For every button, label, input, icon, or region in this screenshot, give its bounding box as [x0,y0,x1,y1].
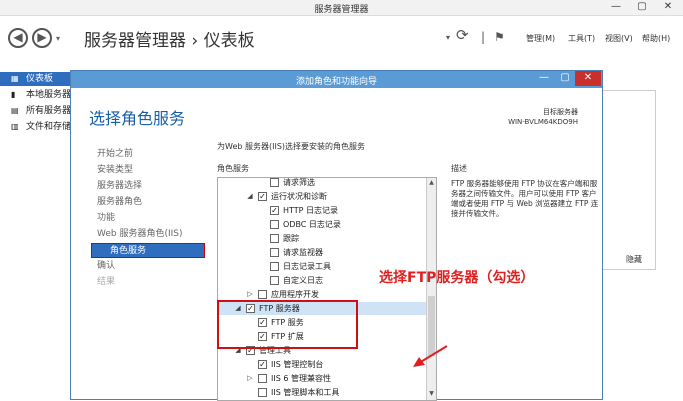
checkbox[interactable]: ✓ [270,206,279,215]
wizard-step-7[interactable]: 确认 [97,259,115,274]
checkbox[interactable] [270,234,279,243]
tree-row[interactable]: ✓ IIS 管理控制台 [218,358,426,371]
checkbox[interactable]: ✓ [258,192,267,201]
tree-row-label: IIS 6 管理兼容性 [271,374,331,383]
sidebar-item-label: 所有服务器 [26,106,70,116]
hide-link[interactable]: 隐藏 [626,254,642,265]
target-server: 目标服务器 WIN-BVLM64KDO9H [508,107,578,127]
close-button[interactable]: ✕ [655,0,681,14]
dialog-close-button[interactable]: ✕ [575,71,601,86]
back-icon[interactable]: ◀ [8,28,28,48]
annotation-text: 选择FTP服务器（勾选） [379,270,535,286]
expand-icon[interactable]: ◢ [246,190,254,203]
tree-row[interactable]: 请求监视器 [218,246,426,259]
tree-row-label: HTTP 日志记录 [283,206,339,215]
history-dropdown-icon[interactable]: ▾ [56,34,60,43]
role-services-label: 角色服务 [217,164,249,173]
role-services-tree[interactable]: IIS 管理脚本和工具 ▷ IIS 6 管理兼容性 ✓ IIS 管理控制台 ◢ ✓ 管理工具 ✓… [217,177,437,401]
expand-icon[interactable]: ▷ [246,372,254,385]
wizard-step-3[interactable]: 服务器角色 [97,195,142,210]
refresh-dropdown-icon[interactable]: ▾ [446,33,450,42]
checkbox[interactable] [270,262,279,271]
background-panel [598,90,656,270]
sidebar-item-2[interactable]: ▤ 所有服务器 [0,104,70,118]
checkbox[interactable] [270,248,279,257]
forward-icon[interactable]: ▶ [32,28,52,48]
sidebar-item-0[interactable]: ▦ 仪表板 [0,72,70,86]
tree-row[interactable]: IIS 管理脚本和工具 [218,386,426,399]
checkbox[interactable] [270,276,279,285]
tree-row-label: IIS 管理脚本和工具 [271,388,340,397]
wizard-step-0[interactable]: 开始之前 [97,147,133,162]
menu-help[interactable]: 帮助(H) [642,33,670,44]
scroll-down-icon[interactable]: ▼ [427,390,436,397]
wizard-step-1[interactable]: 安装类型 [97,163,133,178]
servers-icon: ▤ [11,106,19,115]
checkbox[interactable] [270,220,279,229]
tree-row[interactable]: ODBC 日志记录 [218,218,426,231]
description-text: FTP 服务器能够使用 FTP 协议在客户端和服务器之间传输文件。用户可以使用 … [451,179,599,218]
wizard-step-8[interactable]: 结果 [97,275,115,290]
server-icon: ▮ [11,90,16,99]
tree-row[interactable]: ▷ IIS 6 管理兼容性 [218,372,426,385]
tree-row-label: 日志记录工具 [283,262,331,271]
storage-icon: ▥ [11,122,19,131]
tree-row[interactable]: 请求筛选 [218,178,426,189]
intro-text: 为Web 服务器(IIS)选择要安装的角色服务 [217,142,366,151]
app-header: ◀ ▶ ▾ 服务器管理器 › 仪表板 ▾ ⟳ | ⚑ 管理(M) 工具(T) 视… [0,16,683,64]
ftp-highlight-box [217,300,358,349]
checkbox[interactable] [258,388,267,397]
dialog-title: 添加角色和功能向导 [295,77,377,87]
tree-row[interactable]: ◢ ✓ 运行状况和诊断 [218,190,426,203]
scroll-up-icon[interactable]: ▲ [427,179,436,186]
refresh-icon[interactable]: ⟳ [456,26,469,44]
annotation-arrow-icon [413,345,448,367]
dialog-maximize-button[interactable]: ▢ [555,71,575,86]
tree-row-label: ODBC 日志记录 [283,220,341,229]
add-roles-wizard-dialog: 添加角色和功能向导 — ▢ ✕ 选择角色服务 目标服务器 WIN-BVLM64K… [70,70,603,401]
target-server-label: 目标服务器 [543,108,578,116]
dialog-minimize-button[interactable]: — [533,71,555,86]
sidebar-item-label: 仪表板 [26,74,54,84]
notifications-flag-icon[interactable]: ⚑ [494,30,505,44]
sidebar-item-1[interactable]: ▮ 本地服务器 [0,88,70,102]
sidebar: ▦ 仪表板 ▮ 本地服务器 ▤ 所有服务器 ▥ 文件和存储 [0,70,70,400]
wizard-step-5[interactable]: Web 服务器角色(IIS) [97,227,183,242]
breadcrumb: 服务器管理器 › 仪表板 [84,31,255,51]
wizard-step-2[interactable]: 服务器选择 [97,179,142,194]
tree-row-label: 自定义日志 [283,276,323,285]
maximize-button[interactable]: ▢ [629,0,655,14]
tree-row-label: 请求筛选 [283,178,315,187]
wizard-heading: 选择角色服务 [89,109,186,128]
description-label: 描述 [451,164,467,173]
sidebar-item-label: 本地服务器 [26,90,70,100]
checkbox[interactable] [270,178,279,187]
menu-manage[interactable]: 管理(M) [526,33,555,44]
checkbox[interactable] [258,374,267,383]
tree-row[interactable]: 跟踪 [218,232,426,245]
window-titlebar: 服务器管理器 — ▢ ✕ [0,0,683,16]
wizard-step-4[interactable]: 功能 [97,211,115,226]
dialog-titlebar: 添加角色和功能向导 — ▢ ✕ [71,71,602,88]
target-server-value: WIN-BVLM64KDO9H [508,118,578,126]
tree-row[interactable]: ✓ HTTP 日志记录 [218,204,426,217]
menu-tools[interactable]: 工具(T) [568,33,595,44]
menu-view[interactable]: 视图(V) [605,33,633,44]
header-divider: | [481,30,486,44]
tree-row-label: 运行状况和诊断 [271,192,327,201]
minimize-button[interactable]: — [603,0,629,14]
sidebar-item-3[interactable]: ▥ 文件和存储 [0,120,70,134]
wizard-step-6[interactable]: 角色服务 [91,243,205,258]
sidebar-item-label: 文件和存储 [26,122,70,132]
window-title: 服务器管理器 [314,5,369,15]
tree-row-label: 跟踪 [283,234,299,243]
checkbox[interactable] [258,290,267,299]
dashboard-icon: ▦ [11,74,19,83]
tree-row-label: 请求监视器 [283,248,323,257]
tree-row-label: IIS 管理控制台 [271,360,324,369]
checkbox[interactable]: ✓ [258,360,267,369]
